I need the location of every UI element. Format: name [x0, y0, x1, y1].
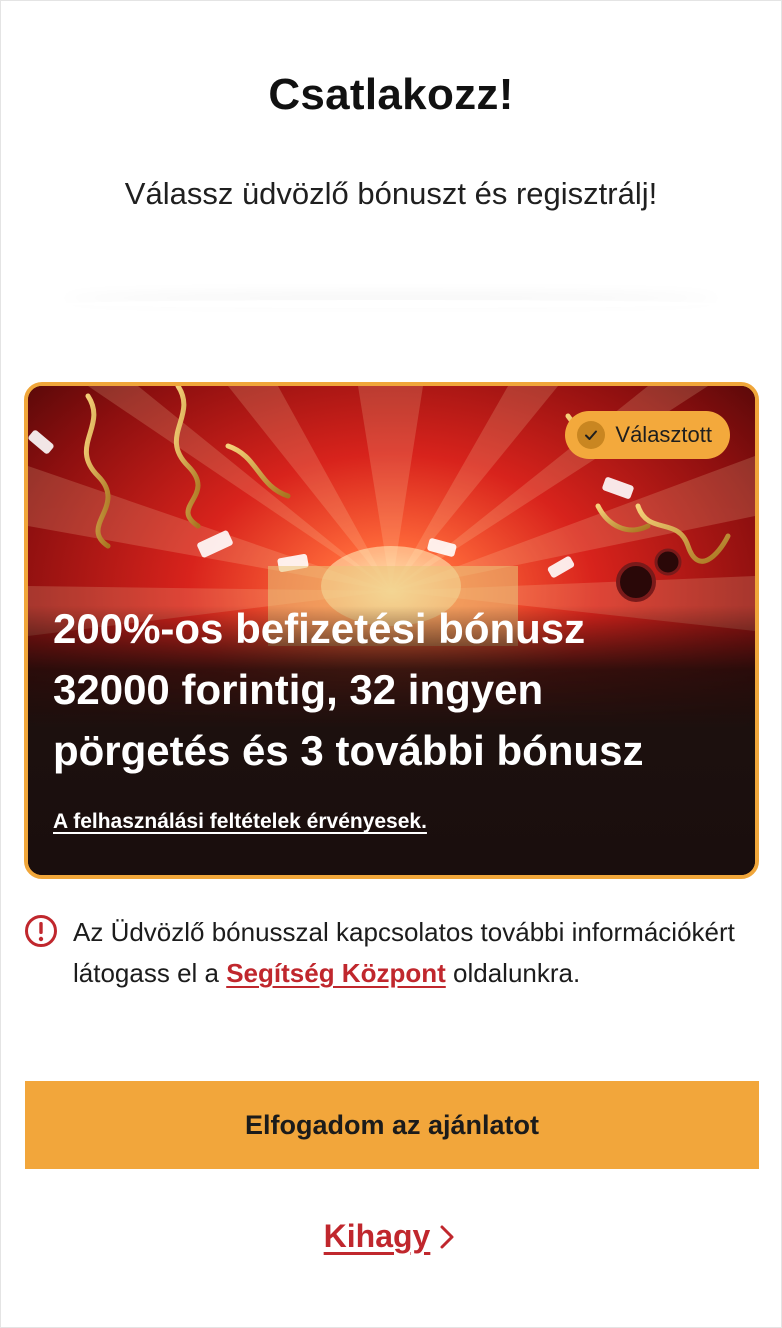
info-text: Az Üdvözlő bónusszal kapcsolatos további… — [73, 912, 753, 994]
offer-line: 200%-os befizetési bónusz — [53, 605, 586, 652]
bonus-offer-title: 200%-os befizetési bónusz 32000 forintig… — [53, 598, 743, 781]
skip-link[interactable]: Kihagy — [0, 1218, 782, 1255]
page-subtitle: Válassz üdvözlő bónuszt és regisztrálj! — [124, 176, 658, 211]
chevron-right-icon — [440, 1225, 454, 1248]
offer-line: pörgetés és 3 további bónusz — [53, 727, 644, 774]
offer-line: 32000 forintig, 32 ingyen — [53, 666, 544, 713]
help-center-link[interactable]: Segítség Központ — [226, 958, 446, 988]
selected-badge-label: Választott — [615, 422, 712, 447]
page-title: Csatlakozz! — [268, 70, 514, 119]
accept-offer-button[interactable]: Elfogadom az ajánlatot — [25, 1081, 759, 1169]
alert-icon — [25, 915, 57, 947]
divider — [60, 300, 722, 308]
bonus-card[interactable]: Választott 200%-os befizetési bónusz 320… — [24, 382, 759, 879]
terms-link[interactable]: A felhasználási feltételek érvényesek. — [53, 810, 427, 834]
selected-badge: Választott — [565, 411, 730, 459]
skip-label: Kihagy — [323, 1218, 431, 1254]
check-icon — [577, 421, 606, 449]
info-text-after: oldalunkra. — [445, 958, 581, 988]
